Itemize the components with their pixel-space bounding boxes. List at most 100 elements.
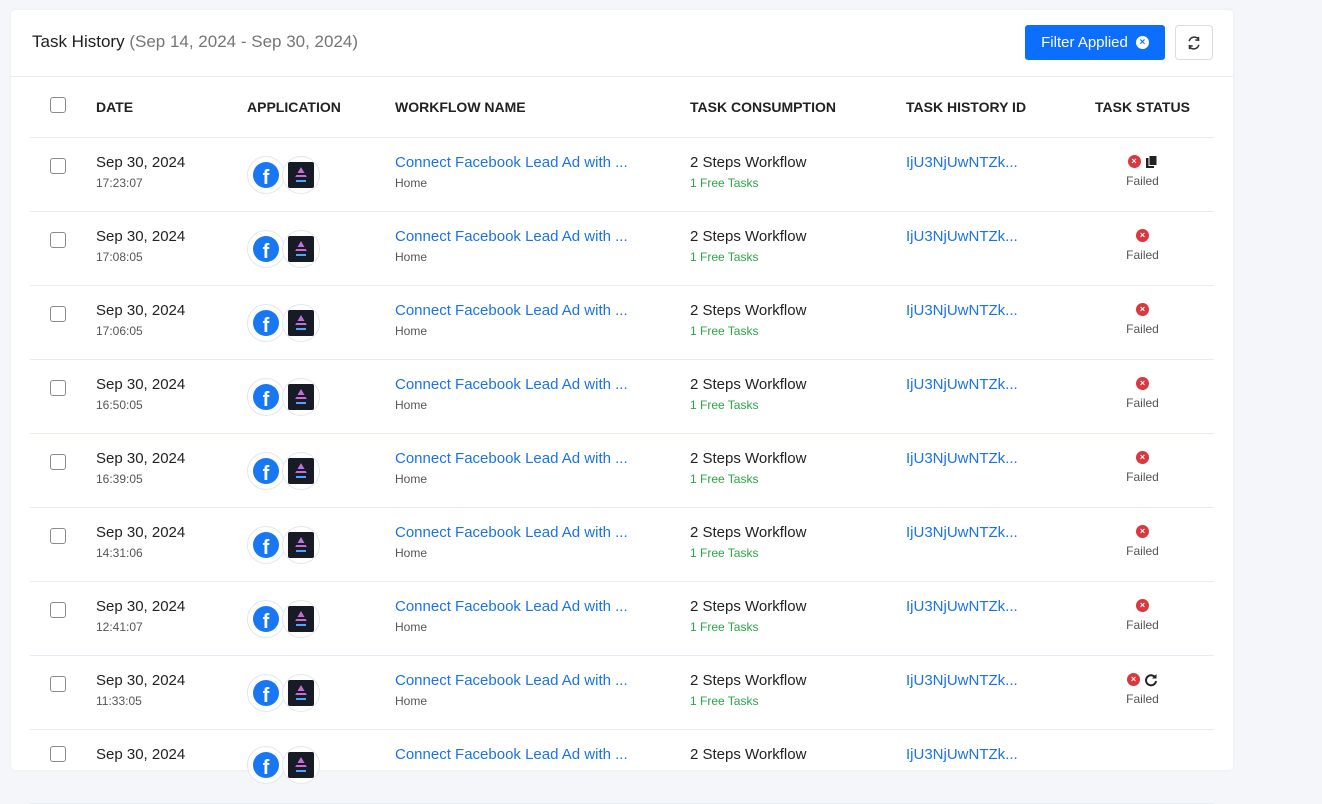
workflow-name-link[interactable]: Connect Facebook Lead Ad with ... — [395, 672, 655, 689]
workflow-cell: Connect Facebook Lead Ad with ... Home — [395, 507, 690, 582]
column-task-status[interactable]: TASK STATUS — [1071, 77, 1214, 138]
row-check-cell — [30, 729, 96, 804]
table-row[interactable]: Sep 30, 2024 17:06:05 f Connect Facebook… — [30, 285, 1214, 360]
workflow-cell: Connect Facebook Lead Ad with ... Home — [395, 285, 690, 360]
row-checkbox[interactable] — [50, 231, 66, 248]
ai-app-badge — [282, 525, 320, 564]
app-icons: f — [247, 599, 395, 638]
date-cell: Sep 30, 2024 14:31:06 — [96, 507, 247, 582]
workflow-cell: Connect Facebook Lead Ad with ... — [395, 729, 690, 804]
free-tasks-text: 1 Free Tasks — [690, 619, 759, 634]
facebook-app-badge: f — [247, 377, 285, 416]
refresh-button[interactable] — [1175, 25, 1213, 60]
filter-applied-button[interactable]: Filter Applied × — [1025, 25, 1165, 60]
retry-icon[interactable] — [1144, 673, 1158, 687]
workflow-name-link[interactable]: Connect Facebook Lead Ad with ... — [395, 450, 655, 467]
task-history-id-link[interactable]: IjU3NjUwNTZk... — [906, 450, 1071, 467]
consumption-cell: 2 Steps Workflow 1 Free Tasks — [690, 137, 906, 212]
workflow-name-link[interactable]: Connect Facebook Lead Ad with ... — [395, 598, 655, 615]
workflow-folder: Home — [395, 693, 428, 708]
row-checkbox[interactable] — [50, 745, 66, 762]
column-task-consumption[interactable]: TASK CONSUMPTION — [690, 77, 906, 138]
status-icons — [1071, 746, 1214, 762]
task-history-card: Task History (Sep 14, 2024 - Sep 30, 202… — [11, 10, 1233, 804]
workflow-name-link[interactable]: Connect Facebook Lead Ad with ... — [395, 228, 655, 245]
table-row[interactable]: Sep 30, 2024 17:08:05 f Connect Facebook… — [30, 211, 1214, 286]
row-checkbox[interactable] — [50, 675, 66, 692]
column-workflow-name[interactable]: WORKFLOW NAME — [395, 77, 690, 138]
workflow-folder: Home — [395, 249, 428, 264]
ai-app-icon — [288, 235, 314, 262]
column-application[interactable]: APPLICATION — [247, 77, 395, 138]
free-tasks-text: 1 Free Tasks — [690, 249, 759, 264]
facebook-icon: f — [253, 457, 279, 484]
task-history-id-cell: IjU3NjUwNTZk... — [906, 285, 1071, 360]
status-icons: × — [1071, 524, 1214, 540]
column-task-history-id[interactable]: TASK HISTORY ID — [906, 77, 1071, 138]
table-row[interactable]: Sep 30, 2024 12:41:07 f Connect Facebook… — [30, 581, 1214, 656]
row-checkbox[interactable] — [50, 527, 66, 544]
table-row[interactable]: Sep 30, 2024 f Connect Facebook Lead Ad … — [30, 729, 1214, 804]
row-checkbox[interactable] — [50, 157, 66, 174]
row-check-cell — [30, 433, 96, 508]
row-checkbox[interactable] — [50, 601, 66, 618]
table-row[interactable]: Sep 30, 2024 17:23:07 f Connect Facebook… — [30, 137, 1214, 212]
ai-app-icon — [288, 679, 314, 706]
task-history-id-link[interactable]: IjU3NjUwNTZk... — [906, 376, 1071, 393]
task-history-id-link[interactable]: IjU3NjUwNTZk... — [906, 302, 1071, 319]
row-checkbox[interactable] — [50, 379, 66, 396]
column-date[interactable]: DATE — [96, 77, 247, 138]
consumption-text: 2 Steps Workflow — [690, 597, 807, 615]
select-all-cell — [30, 77, 96, 138]
filter-label: Filter Applied — [1041, 34, 1128, 51]
select-all-checkbox[interactable] — [50, 97, 66, 114]
task-history-id-cell: IjU3NjUwNTZk... — [906, 137, 1071, 212]
task-history-id-link[interactable]: IjU3NjUwNTZk... — [906, 598, 1071, 615]
workflow-name-link[interactable]: Connect Facebook Lead Ad with ... — [395, 154, 655, 171]
workflow-name-link[interactable]: Connect Facebook Lead Ad with ... — [395, 302, 655, 319]
status-label: Failed — [1126, 617, 1159, 632]
table-row[interactable]: Sep 30, 2024 11:33:05 f Connect Facebook… — [30, 655, 1214, 730]
row-date: Sep 30, 2024 — [96, 523, 186, 541]
row-date: Sep 30, 2024 — [96, 671, 186, 689]
facebook-app-badge: f — [247, 451, 285, 490]
task-history-id-link[interactable]: IjU3NjUwNTZk... — [906, 524, 1071, 541]
date-cell: Sep 30, 2024 16:39:05 — [96, 433, 247, 508]
app-icons: f — [247, 377, 395, 416]
table-header-row: DATE APPLICATION WORKFLOW NAME TASK CONS… — [30, 77, 1214, 138]
task-history-id-link[interactable]: IjU3NjUwNTZk... — [906, 746, 1071, 763]
row-checkbox[interactable] — [50, 453, 66, 470]
status-icons: × — [1071, 376, 1214, 392]
failed-icon: × — [1127, 673, 1140, 686]
task-history-id-link[interactable]: IjU3NjUwNTZk... — [906, 228, 1071, 245]
workflow-cell: Connect Facebook Lead Ad with ... Home — [395, 137, 690, 212]
status-icons: × — [1071, 228, 1214, 244]
workflow-name-link[interactable]: Connect Facebook Lead Ad with ... — [395, 524, 655, 541]
table-row[interactable]: Sep 30, 2024 16:39:05 f Connect Facebook… — [30, 433, 1214, 508]
workflow-name-link[interactable]: Connect Facebook Lead Ad with ... — [395, 746, 655, 763]
consumption-text: 2 Steps Workflow — [690, 745, 807, 763]
copy-icon[interactable] — [1145, 154, 1158, 169]
ai-app-icon — [288, 161, 314, 188]
facebook-app-badge: f — [247, 155, 285, 194]
task-history-table: DATE APPLICATION WORKFLOW NAME TASK CONS… — [30, 77, 1214, 804]
row-time: 16:39:05 — [96, 471, 143, 486]
task-history-id-link[interactable]: IjU3NjUwNTZk... — [906, 154, 1071, 171]
date-range: (Sep 14, 2024 - Sep 30, 2024) — [129, 32, 359, 51]
table-row[interactable]: Sep 30, 2024 16:50:05 f Connect Facebook… — [30, 359, 1214, 434]
table-row[interactable]: Sep 30, 2024 14:31:06 f Connect Facebook… — [30, 507, 1214, 582]
consumption-text: 2 Steps Workflow — [690, 449, 807, 467]
row-date: Sep 30, 2024 — [96, 227, 186, 245]
task-history-id-link[interactable]: IjU3NjUwNTZk... — [906, 672, 1071, 689]
consumption-cell: 2 Steps Workflow 1 Free Tasks — [690, 359, 906, 434]
row-checkbox[interactable] — [50, 305, 66, 322]
workflow-name-link[interactable]: Connect Facebook Lead Ad with ... — [395, 376, 655, 393]
clear-filter-icon[interactable]: × — [1135, 36, 1149, 49]
status-icons: × — [1071, 154, 1214, 170]
facebook-app-badge: f — [247, 525, 285, 564]
facebook-icon: f — [253, 531, 279, 558]
row-time: 17:06:05 — [96, 323, 143, 338]
status-label: Failed — [1126, 543, 1159, 558]
row-check-cell — [30, 655, 96, 730]
free-tasks-text: 1 Free Tasks — [690, 545, 759, 560]
